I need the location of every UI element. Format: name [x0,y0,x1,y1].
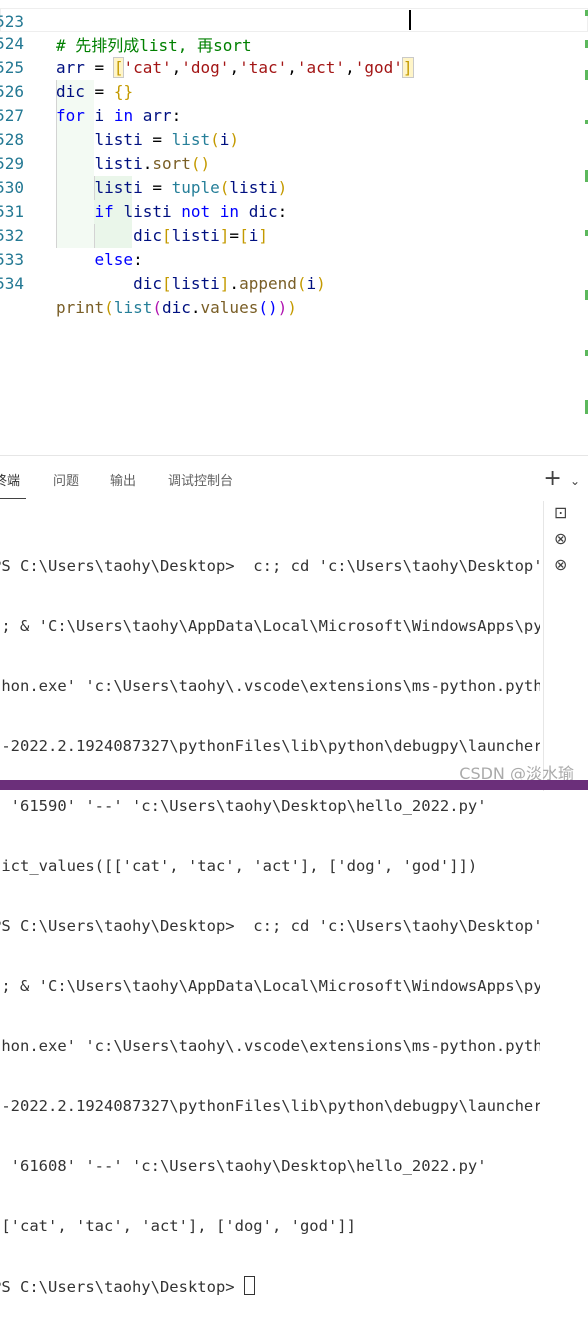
terminal-prompt: PS C:\Users\taohy\Desktop> [0,1278,244,1296]
code-line: 529 listi = tuple(listi) [0,128,287,197]
code-text: print(list(dic.values())) [56,298,297,317]
terminal-list-sidebar: ⊡ ⊗ ⊗ [543,501,588,791]
current-line-highlight [0,8,588,32]
terminal-line: ' '61608' '--' 'c:\Users\taohy\Desktop\h… [0,1157,487,1175]
plus-icon[interactable]: + [543,466,561,491]
code-text: arr = ['cat','dog','tac','act','god'] [56,57,414,78]
text-cursor [409,10,411,30]
code-text: dic = {} [56,82,134,101]
code-line: 530 if listi not in dic: [0,152,287,221]
tab-terminal[interactable]: 终端 [0,470,20,489]
code-line: 533 dic[listi].append(i) [0,224,326,293]
tab-problems[interactable]: 问题 [53,470,79,489]
code-comment: # 先排列成list, 再sort [56,36,252,55]
tab-output[interactable]: 输出 [110,470,136,489]
code-text: listi = tuple(listi) [94,178,288,197]
code-line: 526 for i in arr: [0,56,181,125]
debug-icon[interactable]: ⊗ [554,529,567,548]
debug-icon[interactable]: ⊗ [554,555,567,574]
code-line: 534 print(list(dic.values())) [0,248,297,317]
code-line: 527 listi = list(i) [0,80,239,149]
code-line: 525 dic = {} [0,32,133,101]
active-tab-indicator [0,498,26,499]
code-text: dic[listi]=[i] [133,226,268,245]
code-text: for i in arr: [56,106,182,125]
chevron-down-icon[interactable]: ⌄ [570,474,580,488]
terminal-line: [['cat', 'tac', 'act'], ['dog', 'god']] [0,1217,356,1235]
scrollbar-overview-ruler[interactable] [582,0,588,455]
terminal-cursor [243,1276,255,1295]
tab-debug-console[interactable]: 调试控制台 [168,470,233,489]
status-bar [0,780,588,790]
code-text: else: [94,250,143,269]
code-editor[interactable]: 523 # 先排列成list, 再sort 524 arr = ['cat','… [0,0,588,455]
bottom-panel: 终端 问题 输出 调试控制台 + ⌄ PS C:\Users\taohy\Des… [0,455,588,1296]
code-line: 531 dic[listi]=[i] [0,176,268,245]
terminal-prompt-line: PS C:\Users\taohy\Desktop> [0,1276,540,1296]
panel-actions: + ⌄ [543,466,580,491]
code-line: 528 listi.sort() [0,104,210,173]
terminal-icon[interactable]: ⊡ [554,503,567,522]
code-text: dic[listi].append(i) [133,274,326,293]
terminal-line: ' '61590' '--' 'c:\Users\taohy\Desktop\h… [0,797,487,815]
code-text: listi.sort() [94,154,211,173]
terminal-line: dict_values([['cat', 'tac', 'act'], ['do… [0,857,478,875]
code-line: 532 else: [0,200,143,269]
terminal-line: PS C:\Users\taohy\Desktop> c:; cd 'c:\Us… [0,557,540,575]
terminal-line: s; & 'C:\Users\taohy\AppData\Local\Micro… [0,617,540,635]
terminal-line: n-2022.2.1924087327\pythonFiles\lib\pyth… [0,737,540,755]
code-line: 524 arr = ['cat','dog','tac','act','god'… [0,8,414,78]
panel-tabs: 终端 问题 输出 调试控制台 + ⌄ [0,456,588,502]
code-text: if listi not in dic: [94,202,288,221]
terminal-line: PS C:\Users\taohy\Desktop> c:; cd 'c:\Us… [0,917,540,935]
terminal-line: n-2022.2.1924087327\pythonFiles\lib\pyth… [0,1097,540,1115]
terminal-line: thon.exe' 'c:\Users\taohy\.vscode\extens… [0,677,540,695]
terminal-output[interactable]: PS C:\Users\taohy\Desktop> c:; cd 'c:\Us… [0,516,540,1336]
line-number: 534 [0,274,24,293]
code-text: listi = list(i) [94,130,240,149]
terminal-line: s; & 'C:\Users\taohy\AppData\Local\Micro… [0,977,540,995]
terminal-line: thon.exe' 'c:\Users\taohy\.vscode\extens… [0,1037,540,1055]
